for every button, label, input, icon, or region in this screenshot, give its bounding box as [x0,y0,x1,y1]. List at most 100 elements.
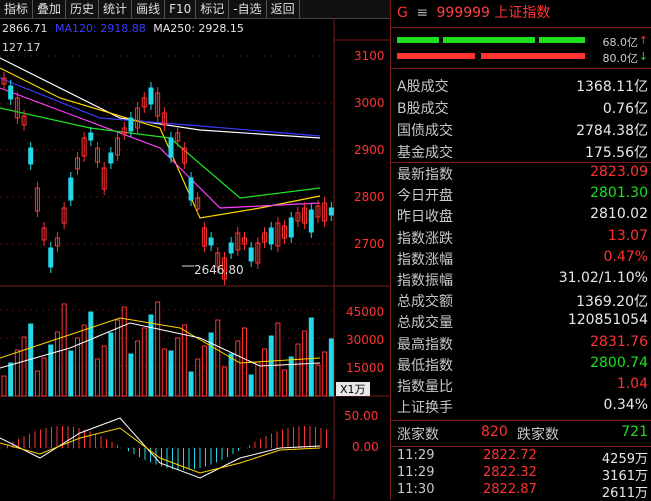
quote-panel: G ≡ 999999 上证指数 68.0亿 ↑ 80.0亿 ↓ A股成交 136… [390,0,651,501]
volume-bar [188,371,194,397]
turnover-value: 0.76亿 [602,101,648,117]
moving-average-line [0,107,321,199]
quote-value: 13.07 [607,227,648,244]
quote-value: 0.34% [603,397,648,414]
toolbar-stats-button[interactable]: 统计 [99,0,133,18]
quote-row: 昨日收盘 2810.02 [393,206,648,228]
volume-bar [1,375,7,397]
tick-row: 11:29 2822.72 4259万 [393,448,648,467]
candle-body [248,247,254,262]
volume-axis-tick: 15000 [346,361,384,375]
candle-body [8,85,14,100]
turnover-row: B股成交 0.76亿 [393,98,648,120]
volume-bar [168,350,174,397]
volume-bar [81,324,87,397]
down-count-label: 跌家数 [517,427,559,443]
quote-label: 最低指数 [397,357,453,374]
price-axis-tick: 2700 [354,237,385,251]
quote-value: 1.04 [616,376,648,392]
volume-bar [108,332,114,397]
toolbar-watchlist-button[interactable]: -自选 [229,0,267,18]
price-axis-tick: 2800 [354,190,385,204]
toolbar-mark-button[interactable]: 标记 [196,0,230,18]
toolbar-f10-button[interactable]: F10 [165,0,197,18]
macd-axis-tick: 50.00 [344,409,378,423]
quote-row: 指数振幅 31.02/1.10% [393,270,648,292]
turnover-value: 2784.38亿 [576,123,648,139]
market-letter: G [397,5,408,21]
quote-row: 指数涨幅 0.47% [393,249,648,271]
candle-body [328,207,334,216]
quote-label: 总成交量 [397,315,453,332]
turnover-label: 基金成交 [397,145,453,161]
turnover-value: 175.56亿 [585,145,648,161]
candle-body [48,247,54,268]
security-name: 上证指数 [494,5,551,21]
volume-bar [315,364,321,397]
quote-row: 今日开盘 2801.30 [393,185,648,207]
volume-bar [34,370,40,397]
volume-bar [161,348,167,397]
volume-bar [322,351,328,397]
candle-body [268,227,274,245]
candle-body [68,177,74,201]
tick-row: 11:29 2822.32 3161万 [393,465,648,484]
menu-icon[interactable]: ≡ [416,5,428,21]
candle-body [308,209,314,233]
volume-bar [41,357,47,397]
up-count-value: 820 [481,424,508,440]
moving-average-line [0,67,321,219]
volume-bar [128,353,134,397]
quote-label: 总成交额 [397,294,453,311]
outflow-value: 80.0亿 [602,52,639,65]
quote-label: 指数涨幅 [397,251,453,268]
volume-bar [155,301,161,397]
quote-row: 最新指数 2823.09 [393,164,648,186]
volume-bar [228,353,234,397]
volume-bar [221,366,227,397]
quote-label: 最新指数 [397,167,453,183]
volume-unit-label: X1万 [340,383,366,396]
volume-bar [121,306,127,397]
candle-body [108,152,114,164]
tick-time: 11:29 [397,448,435,463]
volume-bar [328,338,334,397]
volume-bar [262,348,268,397]
quote-label: 指数量比 [397,379,453,395]
volume-bar [54,331,60,397]
toolbar-draw-button[interactable]: 画线 [132,0,166,18]
toolbar-indicator-button[interactable]: 指标 [0,0,34,18]
inflow-value: 68.0亿 [602,36,639,49]
volume-bar [74,337,80,397]
inflow-bar-row: 68.0亿 ↑ [395,34,648,49]
volume-bar [308,317,314,397]
tick-row: 11:30 2822.87 2611万 [393,482,648,501]
candlestick-chart[interactable]: 2646.80 3100 3000 2900 2800 2700 45000 3… [0,18,390,500]
toolbar-back-button[interactable]: 返回 [267,0,300,18]
volume-bar [235,340,241,397]
turnover-label: B股成交 [397,101,449,117]
quote-value: 0.47% [603,248,648,265]
outflow-bar-row: 80.0亿 ↓ [395,50,648,65]
volume-bar [88,311,94,397]
toolbar-history-button[interactable]: 历史 [66,0,100,18]
quote-value: 31.02/1.10% [558,270,648,286]
candle-body [148,87,154,105]
volume-bar [181,324,187,397]
turnover-row: A股成交 1368.11亿 [393,76,648,98]
volume-bar [201,345,207,397]
toolbar-overlay-button[interactable]: 叠加 [33,0,67,18]
volume-bar [68,350,74,397]
quote-label: 最高指数 [397,336,453,353]
chart-toolbar: 指标 叠加 历史 统计 画线 F10 标记 -自选 返回 [0,0,390,19]
quote-label: 指数涨跌 [397,230,453,247]
quote-row: 总成交量 120851054 [393,312,648,334]
down-arrow-icon: ↓ [638,50,648,63]
quote-label: 上证换手 [397,400,453,417]
volume-bar [241,327,247,397]
candle-body [128,117,134,132]
security-header[interactable]: G ≡ 999999 上证指数 [391,0,651,26]
volume-bar [248,374,254,397]
tick-price: 2822.87 [483,482,537,497]
volume-bar [295,343,301,397]
